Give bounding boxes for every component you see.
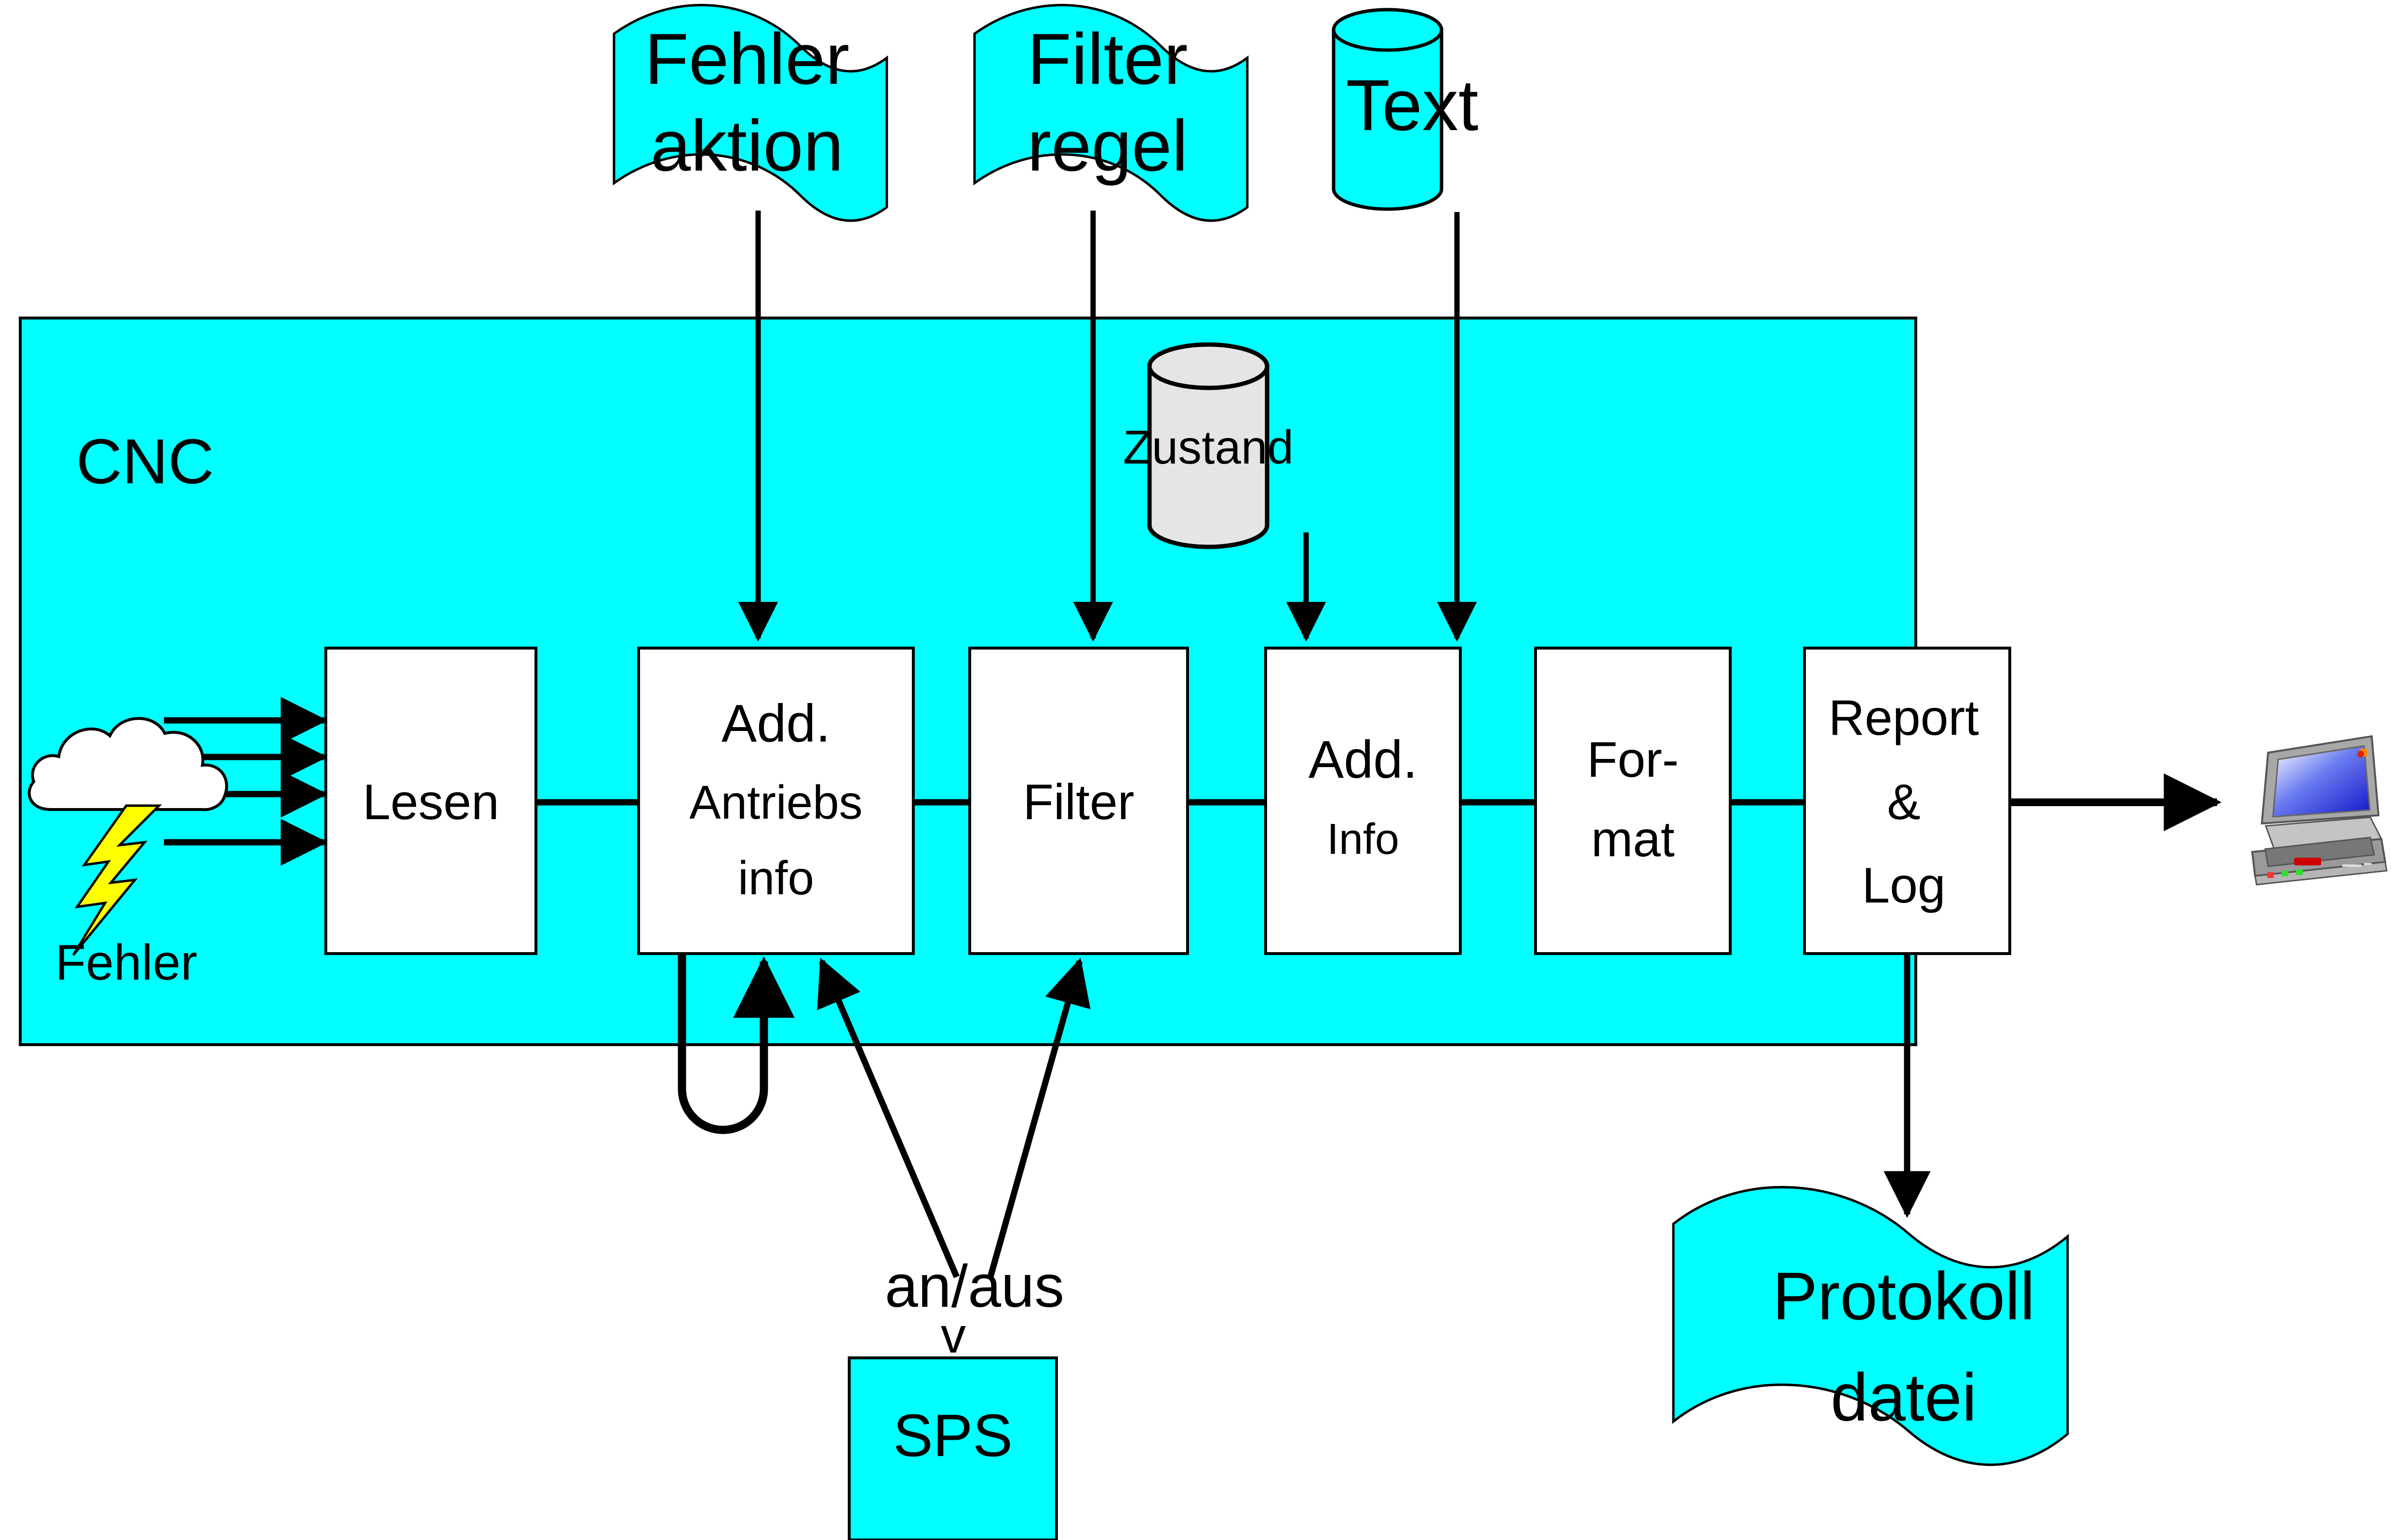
sps-box: [848, 1356, 1058, 1540]
fehler-aktion-shape: [613, 3, 888, 222]
box-add-info: [1264, 647, 1462, 955]
box-add-antriebs: [637, 647, 915, 955]
box-filter: [968, 647, 1189, 955]
box-report-log: [1803, 647, 2011, 955]
zustand-store-shape: [1147, 342, 1269, 549]
box-format: [1534, 647, 1732, 955]
text-store-shape: [1332, 8, 1443, 211]
diagram-canvas: CNC Fehler aktion Filter regel Text Zust…: [0, 0, 2391, 1540]
box-lesen: [324, 647, 537, 955]
laptop-icon: [2251, 735, 2388, 886]
protokoll-datei-shape: [1672, 1186, 2069, 1466]
filter-regel-shape: [973, 3, 1249, 222]
diagram-vector-layer: [19, 3, 2388, 1540]
